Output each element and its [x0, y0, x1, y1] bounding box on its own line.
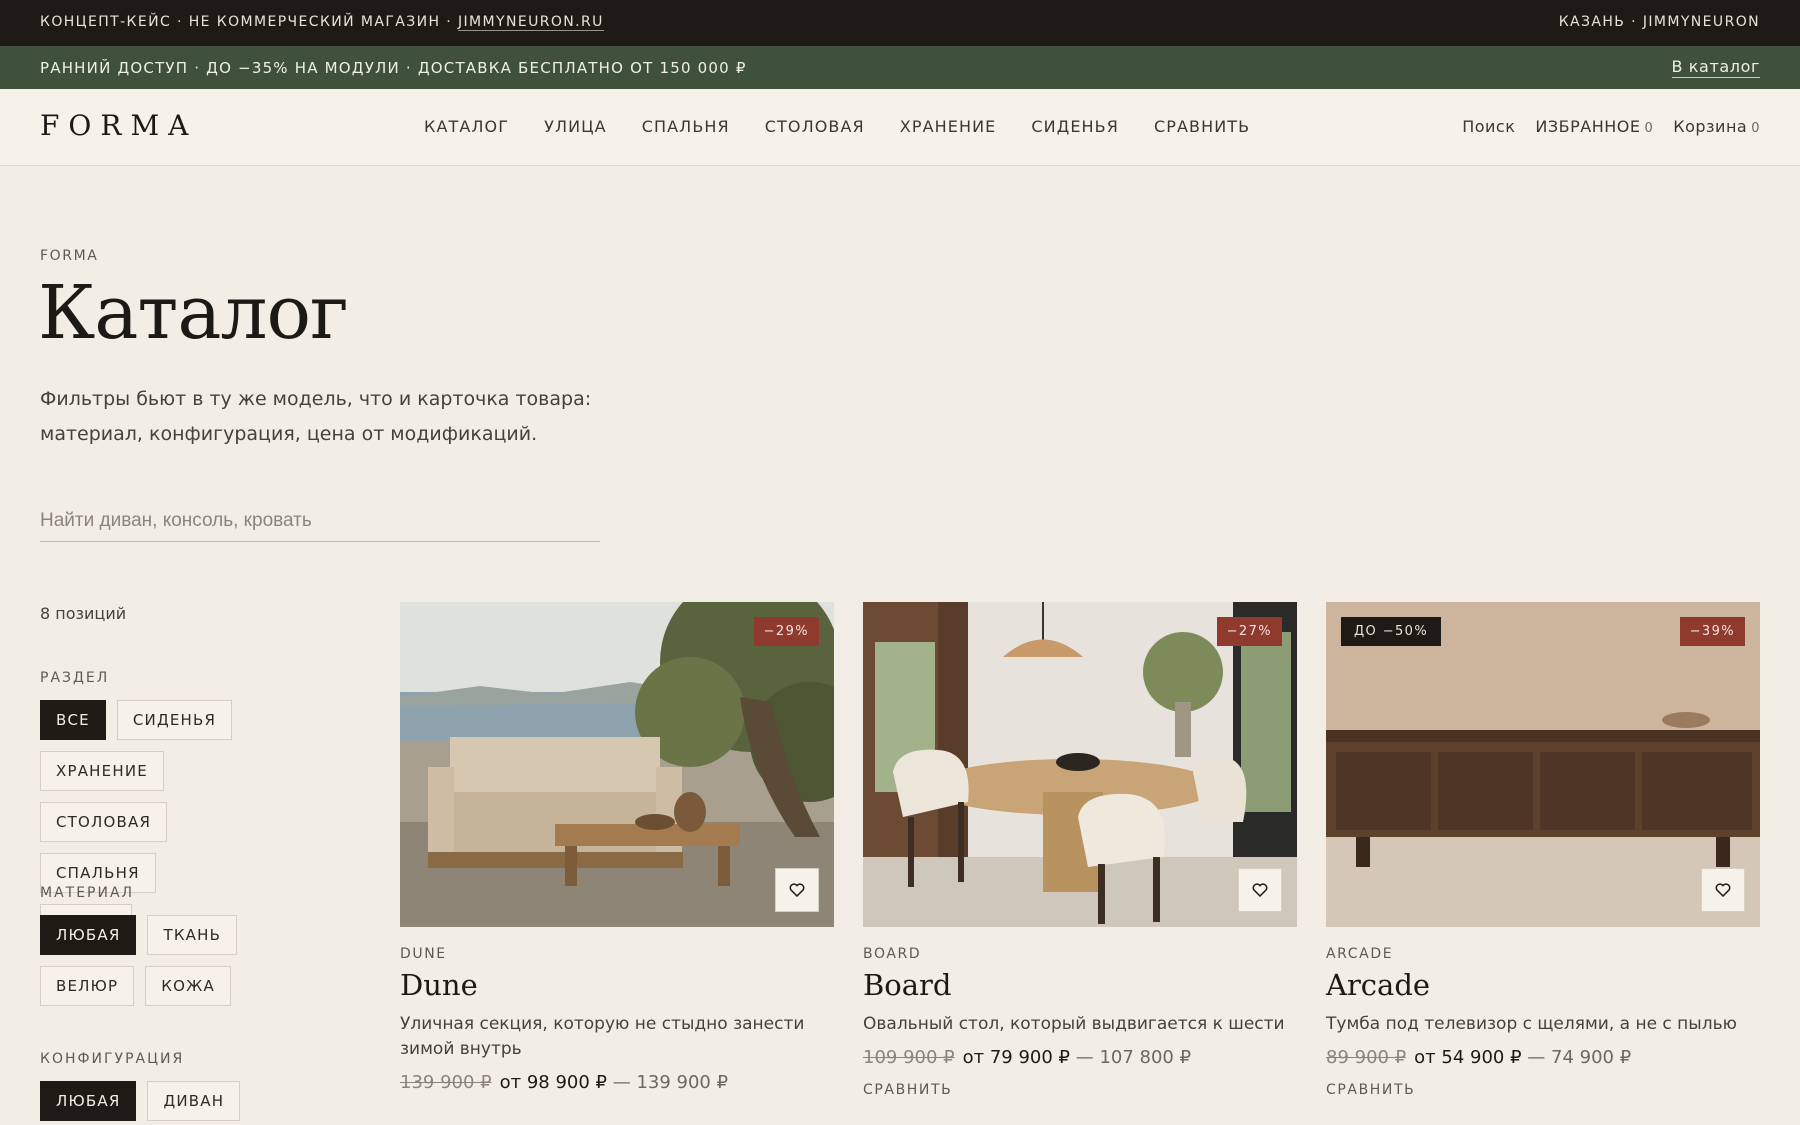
favorite-button[interactable] [775, 868, 819, 912]
product-brand: DUNE [400, 946, 447, 962]
chip-section-dining[interactable]: СТОЛОВАЯ [40, 802, 168, 842]
nav-catalog[interactable]: КАТАЛОГ [424, 117, 509, 136]
announcement-right: КАЗАНЬ · JIMMYNEURON [1558, 14, 1760, 30]
nav-bedroom[interactable]: СПАЛЬНЯ [642, 117, 730, 136]
product-image[interactable]: −27% [863, 602, 1297, 927]
promo-text: РАННИЙ ДОСТУП · ДО −35% НА МОДУЛИ · ДОСТ… [40, 59, 747, 77]
product-card[interactable]: ДО −50% −39% ARCADE Arcade Тумба под тел… [1326, 602, 1760, 1098]
product-card[interactable]: −29% DUNE Dune Уличная секция, которую н… [400, 602, 834, 1093]
breadcrumb: FORMA [40, 248, 99, 264]
chip-section-storage[interactable]: ХРАНЕНИЕ [40, 751, 164, 791]
filter-config: КОНФИГУРАЦИЯ ЛЮБАЯ ДИВАН [40, 1051, 360, 1121]
chip-material-velour[interactable]: ВЕЛЮР [40, 966, 135, 1006]
product-image[interactable]: −29% [400, 602, 834, 927]
current-price: от 98 900 ₽ [499, 1072, 607, 1093]
cart-link[interactable]: Корзина 0 [1673, 117, 1760, 136]
favorites-link[interactable]: ИЗБРАННОЕ 0 [1535, 117, 1653, 136]
header-actions: Поиск ИЗБРАННОЕ 0 Корзина 0 [1462, 117, 1760, 136]
heart-icon [1715, 883, 1731, 897]
discount-badge: −29% [753, 617, 819, 646]
old-price: 89 900 ₽ [1326, 1047, 1407, 1068]
product-description: Тумба под телевизор с щелями, а не с пыл… [1326, 1014, 1737, 1034]
chip-config-sofa[interactable]: ДИВАН [147, 1081, 241, 1121]
favorites-label: ИЗБРАННОЕ [1535, 117, 1641, 136]
favorite-button[interactable] [1701, 868, 1745, 912]
dining-table-photo [863, 602, 1297, 927]
outdoor-sofa-photo [400, 602, 834, 927]
promo-bar: РАННИЙ ДОСТУП · ДО −35% НА МОДУЛИ · ДОСТ… [0, 46, 1800, 89]
results-count: 8 позиций [40, 604, 127, 623]
heart-icon [1252, 883, 1268, 897]
chip-material-fabric[interactable]: ТКАНЬ [147, 915, 238, 955]
discount-badge: −27% [1216, 617, 1282, 646]
product-price: 139 900 ₽ от 98 900 ₽ — 139 900 ₽ [400, 1072, 834, 1093]
announcement-bar: КОНЦЕПТ-КЕЙС · НЕ КОММЕРЧЕСКИЙ МАГАЗИН ·… [0, 0, 1800, 46]
product-name[interactable]: Arcade [1326, 968, 1760, 1002]
product-brand: ARCADE [1326, 946, 1394, 962]
page-lead: Фильтры бьют в ту же модель, что и карто… [40, 388, 592, 445]
logo[interactable]: FORMA [40, 109, 197, 142]
old-price: 109 900 ₽ [863, 1047, 955, 1068]
price-range: — 107 800 ₽ [1070, 1047, 1192, 1068]
chip-section-seating[interactable]: СИДЕНЬЯ [116, 700, 233, 740]
product-price: 109 900 ₽ от 79 900 ₽ — 107 800 ₽ [863, 1047, 1297, 1068]
current-price: от 54 900 ₽ [1414, 1047, 1522, 1068]
favorite-button[interactable] [1238, 868, 1282, 912]
product-name[interactable]: Dune [400, 968, 834, 1002]
chip-section-all[interactable]: ВСЕ [40, 700, 106, 740]
cart-count: 0 [1751, 121, 1760, 136]
announcement-left: КОНЦЕПТ-КЕЙС · НЕ КОММЕРЧЕСКИЙ МАГАЗИН ·… [40, 14, 604, 31]
product-price: 89 900 ₽ от 54 900 ₽ — 74 900 ₽ [1326, 1047, 1760, 1068]
compare-button[interactable]: СРАВНИТЬ [1326, 1082, 1760, 1098]
product-description: Овальный стол, который выдвигается к шес… [863, 1014, 1285, 1034]
product-brand: BOARD [863, 946, 922, 962]
chip-material-any[interactable]: ЛЮБАЯ [40, 915, 137, 955]
chip-config-any[interactable]: ЛЮБАЯ [40, 1081, 137, 1121]
old-price: 139 900 ₽ [400, 1072, 492, 1093]
price-range: — 74 900 ₽ [1521, 1047, 1632, 1068]
nav-seating[interactable]: СИДЕНЬЯ [1031, 117, 1119, 136]
compare-button[interactable]: СРАВНИТЬ [863, 1082, 1297, 1098]
nav-outdoor[interactable]: УЛИЦА [544, 117, 607, 136]
promo-catalog-link[interactable]: В каталог [1671, 57, 1760, 78]
cart-label: Корзина [1673, 117, 1748, 136]
product-description: Уличная секция, которую не стыдно занест… [400, 1014, 805, 1059]
heart-icon [789, 883, 805, 897]
site-link[interactable]: JIMMYNEURON.RU [458, 14, 604, 31]
product-name[interactable]: Board [863, 968, 1297, 1002]
price-range: — 139 900 ₽ [607, 1072, 729, 1093]
nav-compare[interactable]: СРАВНИТЬ [1154, 117, 1250, 136]
main-nav: КАТАЛОГ УЛИЦА СПАЛЬНЯ СТОЛОВАЯ ХРАНЕНИЕ … [424, 117, 1250, 136]
announcement-text: КОНЦЕПТ-КЕЙС · НЕ КОММЕРЧЕСКИЙ МАГАЗИН · [40, 14, 458, 30]
tv-console-photo [1326, 602, 1760, 927]
site-header: FORMA КАТАЛОГ УЛИЦА СПАЛЬНЯ СТОЛОВАЯ ХРА… [0, 89, 1800, 166]
sale-badge: ДО −50% [1341, 617, 1442, 646]
current-price: от 79 900 ₽ [962, 1047, 1070, 1068]
catalog-search-input[interactable] [40, 500, 600, 542]
search-link[interactable]: Поиск [1462, 117, 1515, 136]
filter-material: МАТЕРИАЛ ЛЮБАЯ ТКАНЬ ВЕЛЮР КОЖА [40, 885, 360, 1006]
page-title: Каталог [38, 270, 349, 356]
chip-material-leather[interactable]: КОЖА [145, 966, 231, 1006]
nav-storage[interactable]: ХРАНЕНИЕ [900, 117, 997, 136]
product-card[interactable]: −27% BOARD Board Овальный стол, который … [863, 602, 1297, 1098]
filter-config-label: КОНФИГУРАЦИЯ [40, 1051, 185, 1067]
favorites-count: 0 [1644, 121, 1654, 136]
filter-section-label: РАЗДЕЛ [40, 670, 110, 686]
nav-dining[interactable]: СТОЛОВАЯ [765, 117, 865, 136]
product-image[interactable]: ДО −50% −39% [1326, 602, 1760, 927]
discount-badge: −39% [1679, 617, 1745, 646]
filter-material-label: МАТЕРИАЛ [40, 885, 135, 901]
